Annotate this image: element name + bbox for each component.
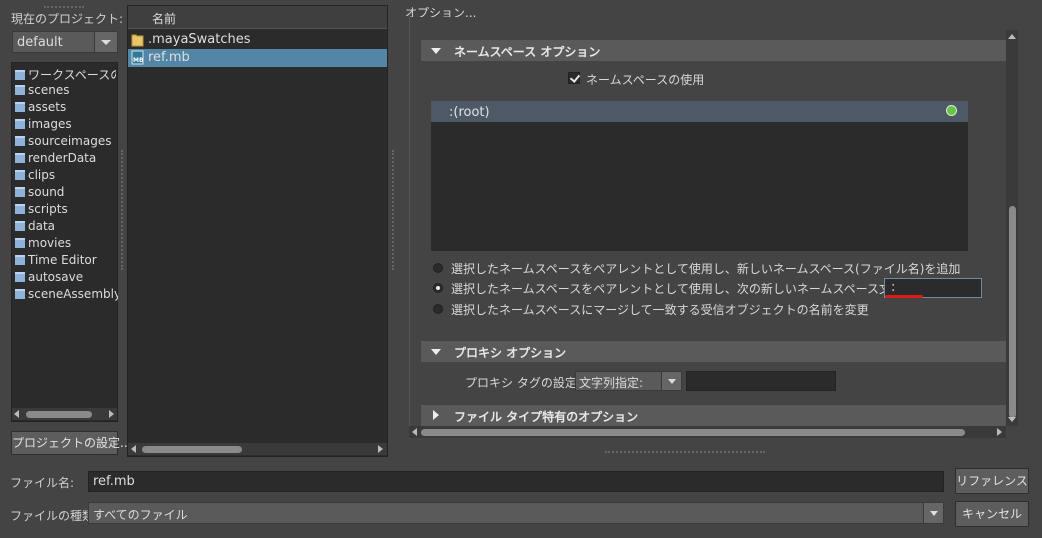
namespace-row-root[interactable]: :(root)	[431, 101, 968, 122]
filetype-dropdown[interactable]: すべてのファイル	[88, 502, 944, 524]
use-namespace-checkbox[interactable]	[568, 72, 580, 84]
proxy-tag-mode-dropdown[interactable]: 文字列指定:	[575, 371, 682, 391]
project-dropdown-value: default	[17, 35, 63, 50]
folder-icon	[15, 289, 25, 299]
radio-add-custom-namespace[interactable]	[433, 283, 443, 293]
scroll-left-icon[interactable]	[131, 445, 136, 453]
tree-item[interactable]: renderData	[15, 151, 96, 168]
folder-icon	[15, 255, 25, 265]
folder-icon	[15, 153, 25, 163]
tree-item[interactable]: sound	[15, 185, 64, 202]
tree-item[interactable]: autosave	[15, 270, 83, 287]
scroll-up-icon[interactable]	[1008, 34, 1016, 39]
tree-item[interactable]: images	[15, 117, 72, 134]
scrollbar-thumb[interactable]	[1009, 206, 1016, 418]
folder-icon	[15, 85, 25, 95]
scroll-left-icon[interactable]	[14, 410, 19, 418]
reference-button[interactable]: リファレンス	[955, 468, 1029, 494]
radio-merge-namespace[interactable]	[433, 304, 443, 314]
folder-icon	[15, 238, 25, 248]
folder-icon	[131, 32, 144, 47]
chevron-down-icon[interactable]	[923, 503, 943, 523]
annotation-underline	[885, 295, 923, 298]
namespace-list[interactable]: :(root)	[431, 101, 968, 251]
project-dropdown[interactable]: default	[12, 31, 118, 53]
tree-item[interactable]: ワークスペースのルート	[15, 66, 116, 83]
expand-triangle-icon[interactable]	[433, 410, 439, 420]
folder-icon	[15, 170, 25, 180]
file-list[interactable]: 名前 .mayaSwatches MB ref.mb	[127, 5, 388, 457]
splitter-handle[interactable]	[44, 6, 84, 8]
project-folder-tree[interactable]: ワークスペースのルート scenes assets images sourcei…	[11, 62, 118, 422]
folder-icon	[15, 272, 25, 282]
tree-horizontal-scrollbar[interactable]	[12, 408, 117, 420]
filename-input[interactable]: ref.mb	[88, 471, 944, 492]
file-row-ref-mb[interactable]: MB ref.mb	[128, 49, 387, 67]
scroll-left-icon[interactable]	[412, 428, 417, 436]
radio-add-filename-namespace[interactable]	[433, 263, 443, 273]
scrollbar-thumb[interactable]	[142, 446, 242, 453]
chevron-down-icon[interactable]	[661, 372, 681, 390]
scroll-down-icon[interactable]	[1008, 417, 1016, 422]
options-vertical-scrollbar[interactable]	[1006, 30, 1018, 426]
folder-icon	[15, 136, 25, 146]
scroll-right-icon[interactable]	[378, 445, 383, 453]
tree-item[interactable]: clips	[15, 168, 55, 185]
cancel-button[interactable]: キャンセル	[955, 501, 1029, 527]
filetype-label: ファイルの種類:	[10, 509, 99, 523]
options-horizontal-scrollbar[interactable]	[409, 426, 1006, 438]
splitter-handle[interactable]	[392, 150, 394, 270]
file-row-mayaswatches[interactable]: .mayaSwatches	[128, 31, 387, 49]
folder-icon	[15, 70, 25, 80]
radio-add-custom-namespace-label: 選択したネームスペースをペアレントとして使用し、次の新しいネームスペース文字列を…	[451, 282, 956, 296]
proxy-tag-input[interactable]	[686, 371, 836, 391]
file-list-horizontal-scrollbar[interactable]	[128, 443, 387, 455]
collapse-triangle-icon[interactable]	[431, 48, 441, 54]
filename-label: ファイル名:	[10, 476, 75, 490]
scrollbar-thumb[interactable]	[26, 411, 92, 418]
tree-item[interactable]: assets	[15, 100, 66, 117]
tree-item[interactable]: scripts	[15, 202, 68, 219]
current-project-label: 現在のプロジェクト:	[11, 12, 124, 26]
collapse-triangle-icon[interactable]	[431, 349, 441, 355]
tree-item[interactable]: sourceimages	[15, 134, 111, 151]
tree-item[interactable]: scenes	[15, 83, 69, 100]
folder-icon	[15, 119, 25, 129]
folder-icon	[15, 187, 25, 197]
tree-item[interactable]: sceneAssembly	[15, 287, 118, 304]
file-type-options-header[interactable]: ファイル タイプ特有のオプション	[421, 405, 1006, 426]
splitter-handle[interactable]	[605, 451, 765, 453]
use-namespace-label: ネームスペースの使用	[586, 73, 705, 87]
namespace-options-header[interactable]: ネームスペース オプション	[421, 40, 1006, 61]
folder-icon	[15, 102, 25, 112]
radio-add-filename-namespace-label: 選択したネームスペースをペアレントとして使用し、新しいネームスペース(ファイル名…	[451, 262, 961, 276]
radio-merge-namespace-label: 選択したネームスペースにマージして一致する受信オブジェクトの名前を変更	[451, 303, 869, 317]
proxy-tag-label: プロキシ タグの設定:	[465, 376, 581, 390]
scroll-right-icon[interactable]	[997, 428, 1002, 436]
status-dot-icon	[946, 105, 957, 116]
svg-text:MB: MB	[133, 57, 144, 64]
chevron-down-icon[interactable]	[94, 32, 117, 52]
splitter-handle[interactable]	[121, 150, 123, 270]
scroll-right-icon[interactable]	[109, 410, 114, 418]
maya-binary-file-icon: MB	[131, 50, 144, 65]
folder-icon	[15, 204, 25, 214]
tree-item[interactable]: data	[15, 219, 55, 236]
folder-icon	[15, 221, 25, 231]
file-list-header[interactable]: 名前	[128, 6, 387, 29]
project-settings-button[interactable]: プロジェクトの設定...	[11, 431, 131, 455]
proxy-options-header[interactable]: プロキシ オプション	[421, 341, 1006, 362]
tree-item[interactable]: Time Editor	[15, 253, 97, 270]
tree-item[interactable]: movies	[15, 236, 71, 253]
scrollbar-thumb[interactable]	[421, 429, 965, 436]
